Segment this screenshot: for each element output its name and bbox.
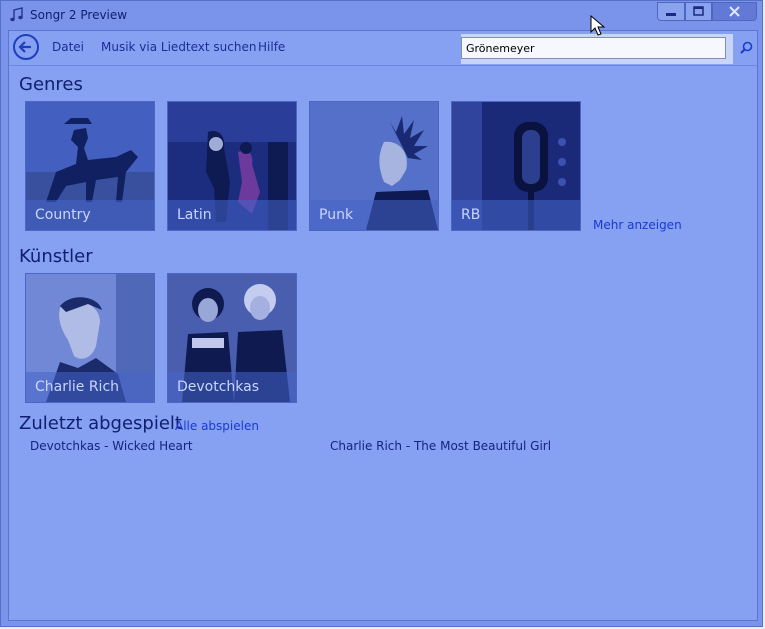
recent-heading: Zuletzt abgespielt <box>19 413 182 434</box>
artist-tile-devotchkas[interactable]: Devotchkas <box>167 273 297 403</box>
genres-heading: Genres <box>19 74 83 95</box>
search-icon[interactable] <box>738 40 754 56</box>
close-icon <box>729 6 740 17</box>
mouse-pointer-icon <box>590 15 606 36</box>
genre-label: RB <box>452 200 580 230</box>
toolbar-divider <box>9 65 757 66</box>
menu-lyrics-search[interactable]: Musik via Liedtext suchen <box>101 40 256 54</box>
search-input[interactable] <box>461 37 726 59</box>
show-more-link[interactable]: Mehr anzeigen <box>593 218 682 232</box>
maximize-icon <box>693 6 704 16</box>
play-all-link[interactable]: Alle abspielen <box>175 419 259 433</box>
close-button[interactable] <box>712 2 757 21</box>
maximize-button[interactable] <box>685 2 712 21</box>
title-bar[interactable]: Songr 2 Preview <box>1 1 762 30</box>
music-note-icon <box>10 7 23 22</box>
minimize-icon <box>666 13 676 16</box>
recent-item[interactable]: Devotchkas - Wicked Heart <box>30 439 193 453</box>
artist-label: Devotchkas <box>168 372 296 402</box>
genre-tile-latin[interactable]: Latin <box>167 101 297 231</box>
genre-tile-country[interactable]: Country <box>25 101 155 231</box>
artist-tile-charlie-rich[interactable]: Charlie Rich <box>25 273 155 403</box>
genre-tile-punk[interactable]: Punk <box>309 101 439 231</box>
artist-label: Charlie Rich <box>26 372 154 402</box>
menu-file[interactable]: Datei <box>52 40 84 54</box>
back-button[interactable] <box>13 34 39 60</box>
genre-label: Punk <box>310 200 438 230</box>
genre-label: Latin <box>168 200 296 230</box>
genre-label: Country <box>26 200 154 230</box>
menu-help[interactable]: Hilfe <box>258 40 285 54</box>
main-content: Datei Musik via Liedtext suchen Hilfe Ge… <box>8 30 758 621</box>
arrow-left-icon <box>18 41 31 53</box>
genre-tile-rb[interactable]: RB <box>451 101 581 231</box>
search-box <box>461 34 733 64</box>
recent-item[interactable]: Charlie Rich - The Most Beautiful Girl <box>330 439 551 453</box>
minimize-button[interactable] <box>657 2 685 21</box>
app-window: Songr 2 Preview Datei Musik via Liedtext… <box>0 0 763 627</box>
window-title: Songr 2 Preview <box>30 8 128 22</box>
artists-heading: Künstler <box>19 246 93 267</box>
